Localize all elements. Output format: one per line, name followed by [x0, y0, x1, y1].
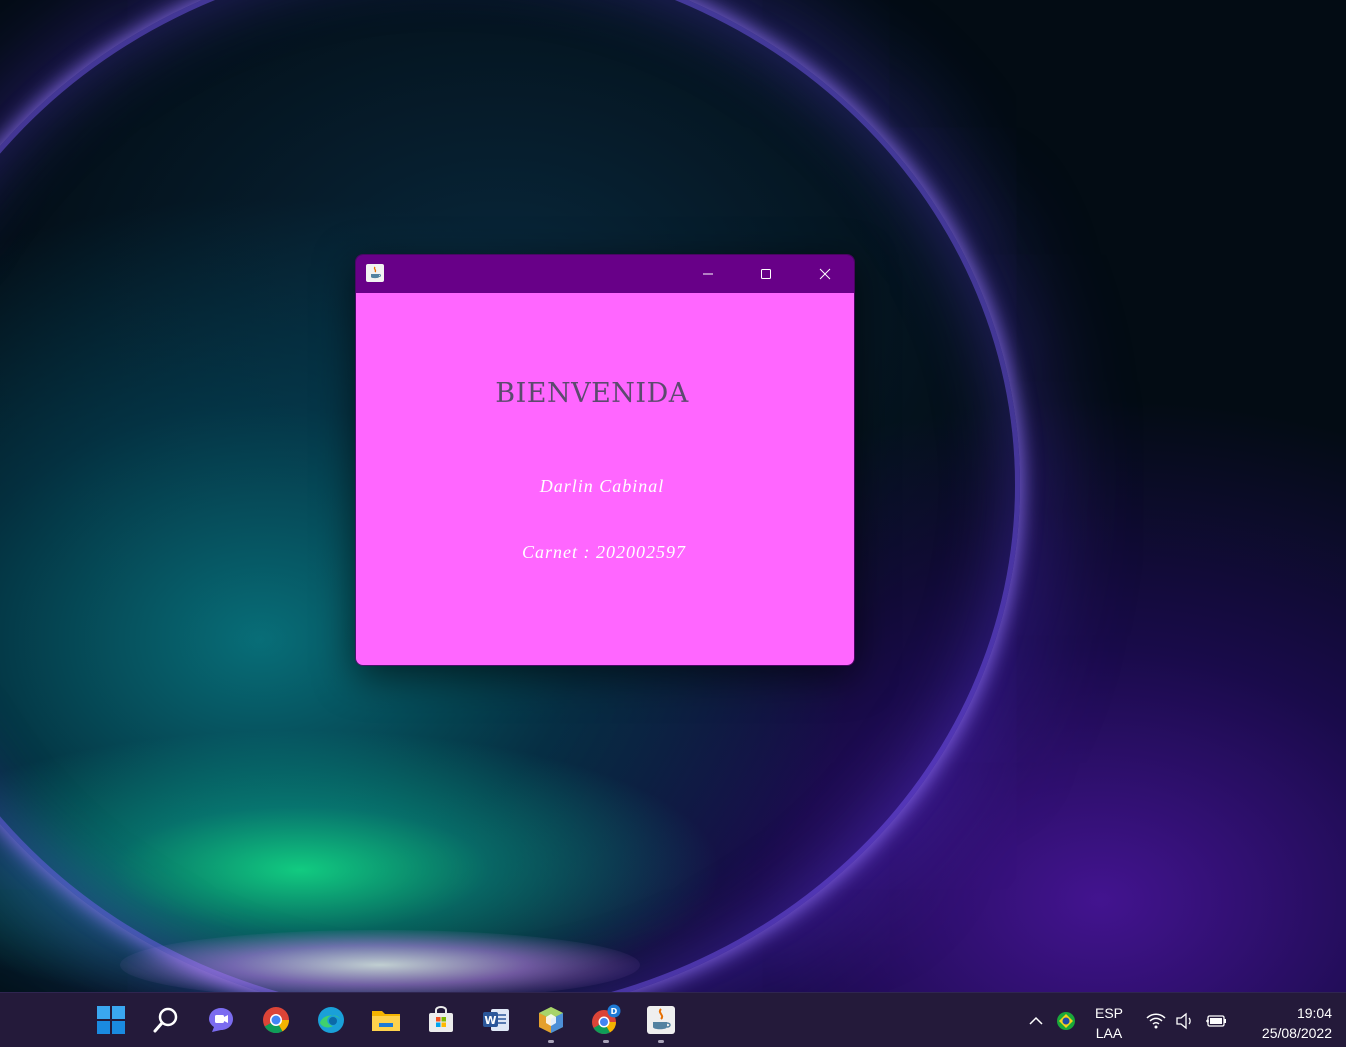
- microsoft-store-button[interactable]: [421, 1000, 461, 1040]
- search-button[interactable]: [146, 1000, 186, 1040]
- language-code: ESP: [1094, 1005, 1123, 1021]
- volume-icon: [1176, 1012, 1191, 1029]
- clock[interactable]: 19:04 25/08/2022: [1236, 1003, 1332, 1043]
- java-icon: [647, 1006, 675, 1034]
- date: 25/08/2022: [1261, 1025, 1332, 1041]
- chat-button[interactable]: [201, 1000, 241, 1040]
- word-button[interactable]: W: [476, 1000, 516, 1040]
- edge-icon: [318, 1007, 344, 1033]
- close-icon: [819, 268, 831, 280]
- time: 19:04: [1296, 1005, 1332, 1021]
- minimize-button[interactable]: [679, 255, 737, 293]
- file-explorer-button[interactable]: [366, 1000, 406, 1040]
- teams-chat-icon: [209, 1008, 233, 1032]
- edge-button[interactable]: [311, 1000, 351, 1040]
- maximize-button[interactable]: [737, 255, 795, 293]
- battery-button[interactable]: [1202, 993, 1230, 1048]
- window-content: BIENVENIDA Darlin Cabinal Carnet : 20200…: [356, 293, 854, 665]
- taskbar: W D ESP LAA 19:04 25/08/2022: [0, 992, 1346, 1047]
- word-icon: W: [483, 1009, 509, 1031]
- chrome-icon: [263, 1007, 290, 1034]
- carnet-label: Carnet : 202002597: [522, 542, 686, 562]
- start-button[interactable]: [91, 1000, 131, 1040]
- close-button[interactable]: [796, 255, 854, 293]
- show-hidden-icons-button[interactable]: [1024, 993, 1048, 1048]
- brazil-flag-icon: [1057, 1011, 1075, 1030]
- keyboard-layout: LAA: [1095, 1025, 1123, 1041]
- wifi-icon: [1146, 1013, 1166, 1028]
- store-icon: [429, 1006, 453, 1032]
- maximize-icon: [761, 269, 771, 279]
- name-label: Darlin Cabinal: [539, 476, 665, 496]
- volume-button[interactable]: [1172, 993, 1198, 1048]
- netbeans-button[interactable]: [531, 1000, 571, 1043]
- java-app-button[interactable]: [641, 1000, 681, 1043]
- minimize-icon: [703, 273, 713, 275]
- svg-text:W: W: [484, 1014, 496, 1027]
- battery-charging-icon: [1206, 1014, 1226, 1027]
- tray-app-button[interactable]: [1052, 993, 1080, 1048]
- java-app-window[interactable]: BIENVENIDA Darlin Cabinal Carnet : 20200…: [355, 254, 855, 666]
- wifi-button[interactable]: [1143, 993, 1169, 1048]
- chrome-profile-icon: D: [592, 1004, 621, 1035]
- svg-text:D: D: [611, 1007, 618, 1016]
- search-icon: [153, 1007, 178, 1033]
- chrome-button[interactable]: [256, 1000, 296, 1040]
- running-indicator: [603, 1040, 609, 1043]
- folder-icon: [372, 1011, 400, 1031]
- chevron-up-icon: [1029, 1016, 1043, 1025]
- running-indicator: [548, 1040, 554, 1043]
- netbeans-icon: [539, 1007, 563, 1033]
- windows-start-icon: [97, 1006, 125, 1034]
- input-language-indicator[interactable]: ESP LAA: [1088, 1003, 1130, 1043]
- java-icon[interactable]: [366, 264, 384, 282]
- welcome-heading: BIENVENIDA: [495, 378, 689, 409]
- desktop-wallpaper: BIENVENIDA Darlin Cabinal Carnet : 20200…: [0, 0, 1346, 992]
- chrome-profile-button[interactable]: D: [586, 1000, 626, 1043]
- title-bar[interactable]: [356, 255, 854, 293]
- wallpaper-bloom-glow: [120, 930, 640, 992]
- running-indicator: [658, 1040, 664, 1043]
